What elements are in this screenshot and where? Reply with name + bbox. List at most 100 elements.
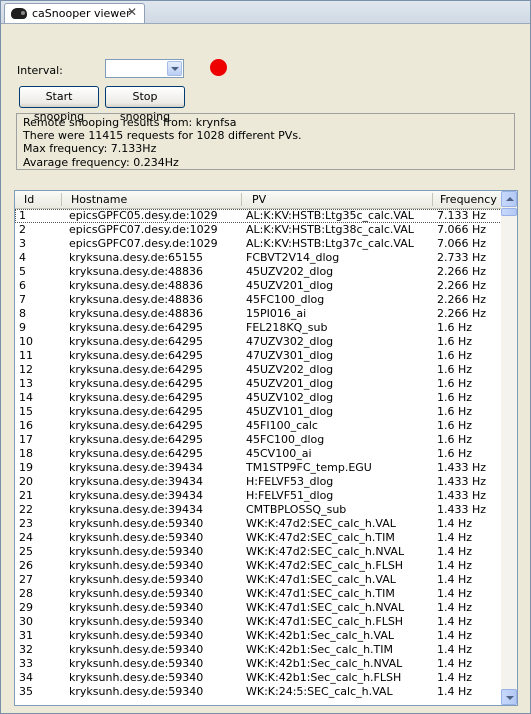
table-row[interactable]: 25 kryksunh.desy.de:59340 WK:K:47d2:SEC_ca… (15, 545, 502, 559)
tab-strip: caSnooper viewer ✕ (1, 1, 530, 24)
table-row[interactable]: 24 kryksunh.desy.de:59340 WK:K:47d2:SEC_ca… (15, 531, 502, 545)
tab-casnooper-viewer[interactable]: caSnooper viewer ✕ (4, 3, 145, 23)
cell-hostname: kryksuna.desy.de:64295 (69, 447, 204, 460)
column-header-id[interactable]: Id (24, 193, 34, 208)
cell-pv: WK:K:47d1:SEC_calc_h.TIM (246, 587, 395, 600)
table-row[interactable]: 29 kryksunh.desy.de:59340 WK:K:47d1:SEC_ca… (15, 601, 502, 615)
cell-hostname: kryksuna.desy.de:48836 (69, 265, 204, 278)
table-row[interactable]: 11 kryksuna.desy.de:64295 47UZV301_dlog 1.6… (15, 349, 502, 363)
cell-hostname: kryksunh.desy.de:59340 (69, 685, 204, 698)
scroll-up-icon[interactable] (501, 191, 517, 207)
table-row[interactable]: 13 kryksuna.desy.de:64295 45UZV201_dlog 1.6… (15, 377, 502, 391)
table-row[interactable]: 18 kryksuna.desy.de:64295 45CV100_ai 1.6 Hz (15, 447, 502, 461)
cell-frequency: 1.6 Hz (437, 335, 473, 348)
cell-hostname: kryksuna.desy.de:64295 (69, 363, 204, 376)
table-row[interactable]: 5 kryksuna.desy.de:48836 45UZV202_dlog 2.26… (15, 265, 502, 279)
cell-hostname: kryksunh.desy.de:59340 (69, 643, 204, 656)
table-row[interactable]: 15 kryksuna.desy.de:64295 45UZV101_dlog 1.6… (15, 405, 502, 419)
table-row[interactable]: 32 kryksunh.desy.de:59340 WK:K:42b1:Sec_ca… (15, 643, 502, 657)
cell-frequency: 1.6 Hz (437, 391, 473, 404)
start-snooping-button[interactable]: Start snooping (19, 86, 99, 123)
table-row[interactable]: 17 kryksuna.desy.de:64295 45FC100_dlog 1.6 … (15, 433, 502, 447)
cell-frequency: 2.266 Hz (437, 307, 487, 320)
table-row[interactable]: 2 epicsGPFC07.desy.de:1029 AL:K:KV:HSTB:Lt… (15, 223, 502, 237)
table-header: Id Hostname PV Frequency (15, 191, 502, 209)
cell-hostname: kryksunh.desy.de:59340 (69, 545, 204, 558)
table-row[interactable]: 26 kryksunh.desy.de:59340 WK:K:47d2:SEC_ca… (15, 559, 502, 573)
table-row[interactable]: 6 kryksuna.desy.de:48836 45UZV201_dlog 2.26… (15, 279, 502, 293)
table-row[interactable]: 14 kryksuna.desy.de:64295 45UZV102_dlog 1.6… (15, 391, 502, 405)
table-row[interactable]: 16 kryksuna.desy.de:64295 45FI100_calc 1.6 … (15, 419, 502, 433)
cell-frequency: 1.433 Hz (437, 461, 487, 474)
cell-hostname: kryksunh.desy.de:59340 (69, 587, 204, 600)
cell-pv: WK:K:47d1:SEC_calc_h.FLSH (246, 615, 404, 628)
viewer-window: caSnooper viewer ✕ Interval: Start snoop… (0, 0, 531, 714)
cell-pv: 45FI100_calc (246, 419, 318, 432)
cell-pv: TM1STP9FC_temp.EGU (246, 461, 372, 474)
column-header-frequency[interactable]: Frequency (440, 193, 497, 208)
cell-pv: 45UZV202_dlog (246, 363, 334, 376)
cell-frequency: 1.4 Hz (437, 671, 473, 684)
snooper-icon (11, 8, 27, 19)
cell-id: 29 (19, 601, 33, 614)
cell-id: 9 (19, 321, 26, 334)
table-row[interactable]: 33 kryksunh.desy.de:59340 WK:K:42b1:Sec_ca… (15, 657, 502, 671)
table-row[interactable]: 30 kryksunh.desy.de:59340 WK:K:47d1:SEC_ca… (15, 615, 502, 629)
table-row[interactable]: 28 kryksunh.desy.de:59340 WK:K:47d1:SEC_ca… (15, 587, 502, 601)
cell-id: 15 (19, 405, 33, 418)
cell-hostname: epicsGPFC05.desy.de:1029 (69, 209, 218, 222)
vertical-scrollbar[interactable] (501, 191, 517, 705)
stop-snooping-button[interactable]: Stop snooping (105, 86, 185, 123)
cell-pv: 15PI016_ai (246, 307, 307, 320)
cell-pv: AL:K:KV:HSTB:Ltg35c_calc.VAL (246, 209, 414, 222)
scrollbar-thumb[interactable] (501, 208, 517, 216)
interval-select[interactable] (105, 59, 184, 78)
cell-pv: WK:K:42b1:Sec_calc_h.FLSH (246, 671, 402, 684)
cell-id: 33 (19, 657, 33, 670)
table-row[interactable]: 19 kryksuna.desy.de:39434 TM1STP9FC_temp.E… (15, 461, 502, 475)
table-row[interactable]: 7 kryksuna.desy.de:48836 45FC100_dlog 2.266… (15, 293, 502, 307)
tab-title: caSnooper viewer (32, 7, 131, 20)
table-row[interactable]: 23 kryksunh.desy.de:59340 WK:K:47d2:SEC_ca… (15, 517, 502, 531)
cell-id: 27 (19, 573, 33, 586)
column-divider[interactable] (61, 193, 62, 206)
cell-id: 16 (19, 419, 33, 432)
table-row[interactable]: 27 kryksunh.desy.de:59340 WK:K:47d1:SEC_ca… (15, 573, 502, 587)
cell-frequency: 1.4 Hz (437, 643, 473, 656)
column-divider[interactable] (432, 193, 433, 206)
table-row[interactable]: 20 kryksuna.desy.de:39434 H:FELVF53_dlog 1.… (15, 475, 502, 489)
table-row[interactable]: 22 kryksuna.desy.de:39434 CMTBPLOSSQ_sub 1.… (15, 503, 502, 517)
table-row[interactable]: 34 kryksunh.desy.de:59340 WK:K:42b1:Sec_ca… (15, 671, 502, 685)
cell-pv: 47UZV301_dlog (246, 349, 334, 362)
table-row[interactable]: 1 epicsGPFC05.desy.de:1029 AL:K:KV:HSTB:Lt… (15, 209, 502, 223)
cell-id: 12 (19, 363, 33, 376)
chevron-down-icon[interactable] (167, 61, 182, 76)
table-row[interactable]: 35 kryksunh.desy.de:59340 WK:K:24:5:SEC_ca… (15, 685, 502, 699)
table-row[interactable]: 3 epicsGPFC07.desy.de:1029 AL:K:KV:HSTB:Lt… (15, 237, 502, 251)
table-row[interactable]: 8 kryksuna.desy.de:48836 15PI016_ai 2.266 H… (15, 307, 502, 321)
column-header-pv[interactable]: PV (252, 193, 266, 208)
column-header-hostname[interactable]: Hostname (71, 193, 127, 208)
cell-pv: 45FC100_dlog (246, 433, 325, 446)
scroll-down-icon[interactable] (501, 689, 517, 705)
cell-pv: 47UZV302_dlog (246, 335, 334, 348)
table-row[interactable]: 12 kryksuna.desy.de:64295 45UZV202_dlog 1.6… (15, 363, 502, 377)
table-row[interactable]: 4 kryksuna.desy.de:65155 FCBVT2V14_dlog 2.7… (15, 251, 502, 265)
table-row[interactable]: 10 kryksuna.desy.de:64295 47UZV302_dlog 1.6… (15, 335, 502, 349)
cell-frequency: 1.4 Hz (437, 657, 473, 670)
cell-hostname: kryksuna.desy.de:39434 (69, 489, 204, 502)
cell-pv: 45UZV202_dlog (246, 265, 334, 278)
interval-label: Interval: (17, 64, 63, 77)
cell-pv: 45CV100_ai (246, 447, 312, 460)
column-divider[interactable] (241, 193, 242, 206)
cell-frequency: 1.6 Hz (437, 349, 473, 362)
close-icon[interactable]: ✕ (127, 5, 137, 19)
table-row[interactable]: 9 kryksuna.desy.de:64295 FEL218KQ_sub 1.6 H… (15, 321, 502, 335)
cell-frequency: 1.433 Hz (437, 489, 487, 502)
cell-pv: 45UZV102_dlog (246, 391, 334, 404)
table-row[interactable]: 21 kryksuna.desy.de:39434 H:FELVF51_dlog 1.… (15, 489, 502, 503)
cell-hostname: epicsGPFC07.desy.de:1029 (69, 237, 218, 250)
cell-hostname: epicsGPFC07.desy.de:1029 (69, 223, 218, 236)
table-row[interactable]: 31 kryksunh.desy.de:59340 WK:K:42b1:Sec_ca… (15, 629, 502, 643)
cell-hostname: kryksunh.desy.de:59340 (69, 629, 204, 642)
